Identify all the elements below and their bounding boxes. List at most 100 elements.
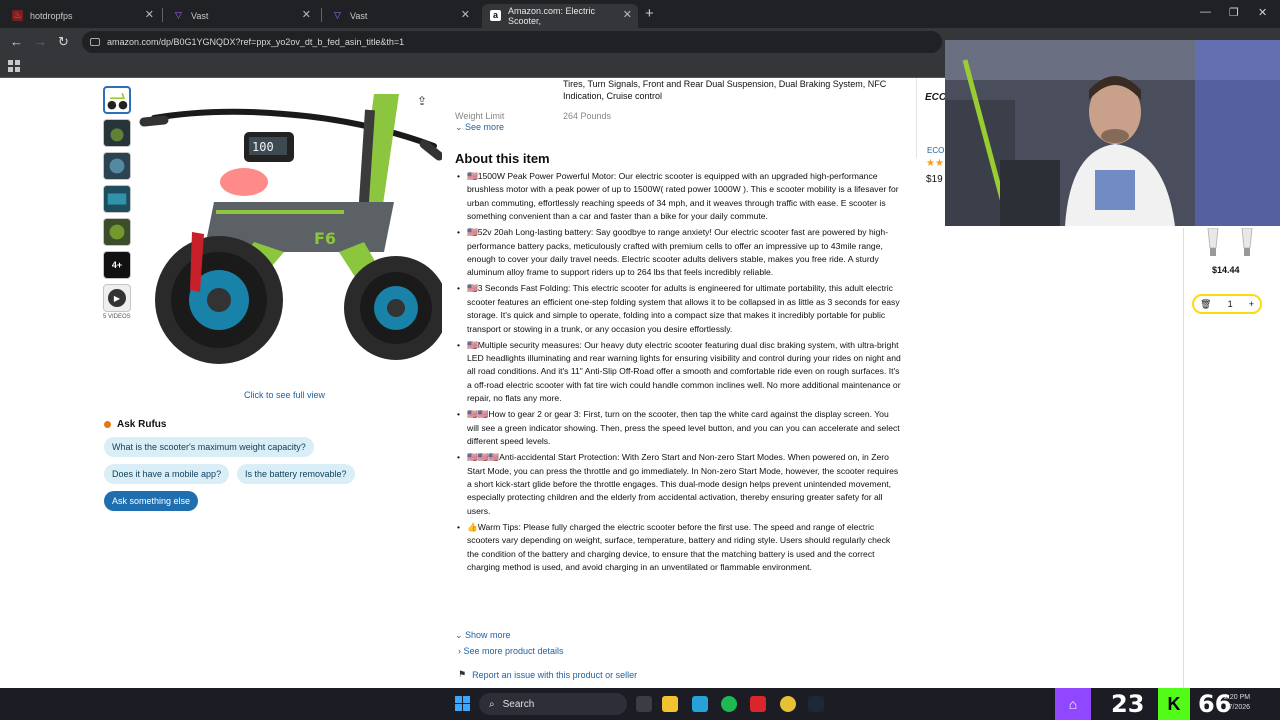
url-text: amazon.com/dp/B0G1YGNQDX?ref=ppx_yo2ov_d… xyxy=(107,37,405,47)
spec-features-line-2: Indication, Cruise control xyxy=(563,91,663,101)
image-thumbnails: 4+ ▶ 5 VIDEOS xyxy=(103,86,131,320)
rufus-question-weight[interactable]: What is the scooter's maximum weight cap… xyxy=(104,437,314,457)
cart-item-price: $14.44 xyxy=(1212,265,1240,275)
kick-icon: K xyxy=(1158,688,1190,720)
task-view-icon[interactable] xyxy=(636,696,652,712)
rufus-question-battery[interactable]: Is the battery removable? xyxy=(237,464,355,484)
scooter-illustration: 100 F6 xyxy=(139,94,448,364)
bullet-battery: 🇺🇸52v 20ah Long-lasting battery: Say goo… xyxy=(457,226,901,280)
spotify-icon[interactable] xyxy=(721,696,737,712)
webcam-overlay xyxy=(945,40,1280,226)
restore-icon[interactable]: ❐ xyxy=(1229,6,1239,19)
vast-favicon-icon: ▽ xyxy=(175,10,182,20)
webcam-feed-image xyxy=(945,40,1280,226)
twitch-icon: ⌂ xyxy=(1055,688,1091,720)
main-product-image[interactable]: 100 F6 xyxy=(134,82,448,382)
tab-divider xyxy=(321,8,322,22)
close-icon[interactable]: ✕ xyxy=(623,8,632,21)
spec-features-line-1: Tires, Turn Signals, Front and Rear Dual… xyxy=(563,79,887,89)
bullet-folding: 🇺🇸3 Seconds Fast Folding: This electric … xyxy=(457,282,901,336)
bullet-motor: 🇺🇸1500W Peak Power Powerful Motor: Our e… xyxy=(457,170,901,224)
show-more-link[interactable]: ⌄ Show more xyxy=(455,630,511,641)
plus-icon[interactable]: + xyxy=(1249,299,1254,309)
taskbar-search-label: Search xyxy=(502,698,535,710)
more-images-thumbnail[interactable]: 4+ xyxy=(103,251,131,279)
file-explorer-icon[interactable] xyxy=(662,696,678,712)
videos-count-label: 5 VIDEOS xyxy=(103,314,131,320)
play-icon: ▶ xyxy=(108,289,126,307)
report-issue-label: Report an issue with this product or sel… xyxy=(472,669,638,680)
spec-weight-label: Weight Limit xyxy=(455,111,505,121)
tab-title: Amazon.com: Electric Scooter, xyxy=(508,6,596,26)
svg-text:100: 100 xyxy=(252,140,274,154)
twitch-stat: ⌂ 23 xyxy=(1055,688,1144,720)
apps-grid-icon[interactable] xyxy=(8,60,20,72)
video-thumbnail[interactable]: ▶ xyxy=(103,284,131,312)
close-icon[interactable]: ✕ xyxy=(145,8,154,21)
bullet-warm-tips: 👍Warm Tips: Please fully charged the ele… xyxy=(457,521,901,575)
thumbnail-5[interactable] xyxy=(103,218,131,246)
tab-amazon[interactable]: a Amazon.com: Electric Scooter, ✕ xyxy=(482,4,638,28)
svg-text:F6: F6 xyxy=(314,229,336,248)
ask-something-else-button[interactable]: Ask something else xyxy=(104,491,199,511)
cart-item-image[interactable] xyxy=(1200,228,1260,260)
close-window-icon[interactable]: ✕ xyxy=(1258,6,1267,19)
tab-vast-2[interactable]: ▽ Vast ✕ xyxy=(324,4,476,28)
taskbar-search[interactable]: ⌕ Search xyxy=(479,693,627,715)
twitch-viewer-count: 23 xyxy=(1111,690,1145,718)
ask-rufus-heading: Ask Rufus xyxy=(104,419,166,430)
share-icon[interactable]: ⇪ xyxy=(417,94,427,108)
close-icon[interactable]: ✕ xyxy=(461,8,470,21)
bullet-security: 🇺🇸Multiple security measures: Our heavy … xyxy=(457,339,901,406)
more-images-count: 4+ xyxy=(111,260,123,270)
report-issue-link[interactable]: ⚑ Report an issue with this product or s… xyxy=(458,669,637,680)
clock-date: 7/2026 xyxy=(1228,704,1251,711)
thumbnail-4[interactable] xyxy=(103,185,131,213)
system-clock[interactable]: 2:20 PM 7/2026 xyxy=(1224,693,1250,713)
minimize-icon[interactable]: — xyxy=(1200,6,1211,18)
tab-strip: ♨ hotdropfps ✕ ▽ Vast ✕ ▽ Vast ✕ a Amazo… xyxy=(0,0,1280,28)
tab-title: Vast xyxy=(191,11,209,21)
thumbnail-1[interactable] xyxy=(103,86,131,114)
see-more-details-label: See more product details xyxy=(463,646,564,656)
amazon-favicon-icon: a xyxy=(490,10,501,21)
rufus-sparkle-icon xyxy=(104,421,111,428)
hotdrop-favicon-icon: ♨ xyxy=(12,10,23,21)
hud-app-icon[interactable] xyxy=(750,696,766,712)
column-divider xyxy=(916,78,917,158)
rating-stars-icon: ★★ xyxy=(926,158,944,169)
see-more-label: See more xyxy=(465,122,505,132)
vast-favicon-icon: ▽ xyxy=(334,10,341,20)
trash-icon[interactable]: 🗑 xyxy=(1200,299,1211,310)
tab-vast-1[interactable]: ▽ Vast ✕ xyxy=(165,4,317,28)
thumbnail-2[interactable] xyxy=(103,119,131,147)
thumbnail-3[interactable] xyxy=(103,152,131,180)
tab-hotdropfps[interactable]: ♨ hotdropfps ✕ xyxy=(4,4,160,28)
close-icon[interactable]: ✕ xyxy=(302,8,311,21)
windows-start-icon[interactable] xyxy=(455,696,470,711)
reload-icon[interactable]: ↻ xyxy=(58,34,69,50)
clock-time: 2:20 PM xyxy=(1224,694,1251,701)
search-icon: ⌕ xyxy=(489,698,495,710)
see-more-details-link[interactable]: › See more product details xyxy=(458,646,564,656)
about-bullets: 🇺🇸1500W Peak Power Powerful Motor: Our e… xyxy=(457,170,901,577)
spec-weight-value: 264 Pounds xyxy=(563,111,612,121)
site-info-icon[interactable] xyxy=(90,38,100,46)
cart-quantity-stepper[interactable]: 🗑 1 + xyxy=(1192,294,1262,314)
rufus-title-text: Ask Rufus xyxy=(117,419,167,430)
bullet-gear: 🇺🇸🇺🇸How to gear 2 or gear 3: First, turn… xyxy=(457,408,901,448)
new-tab-plus-icon[interactable]: + xyxy=(645,5,654,22)
see-more-specs-link[interactable]: ⌄ See more xyxy=(455,122,504,133)
full-view-link[interactable]: Click to see full view xyxy=(244,390,325,400)
brand-logo: ECO xyxy=(925,92,947,103)
notepad-icon[interactable] xyxy=(692,696,708,712)
chrome-icon[interactable] xyxy=(780,696,796,712)
tab-title: hotdropfps xyxy=(30,11,73,21)
forward-arrow-icon[interactable]: → xyxy=(34,34,47,49)
rufus-question-app[interactable]: Does it have a mobile app? xyxy=(104,464,230,484)
back-arrow-icon[interactable]: ← xyxy=(10,34,23,49)
brand-link[interactable]: ECO xyxy=(927,146,944,155)
steam-icon[interactable] xyxy=(808,696,824,712)
address-bar[interactable]: amazon.com/dp/B0G1YGNQDX?ref=ppx_yo2ov_d… xyxy=(82,31,942,53)
cart-column-divider xyxy=(1183,228,1184,688)
